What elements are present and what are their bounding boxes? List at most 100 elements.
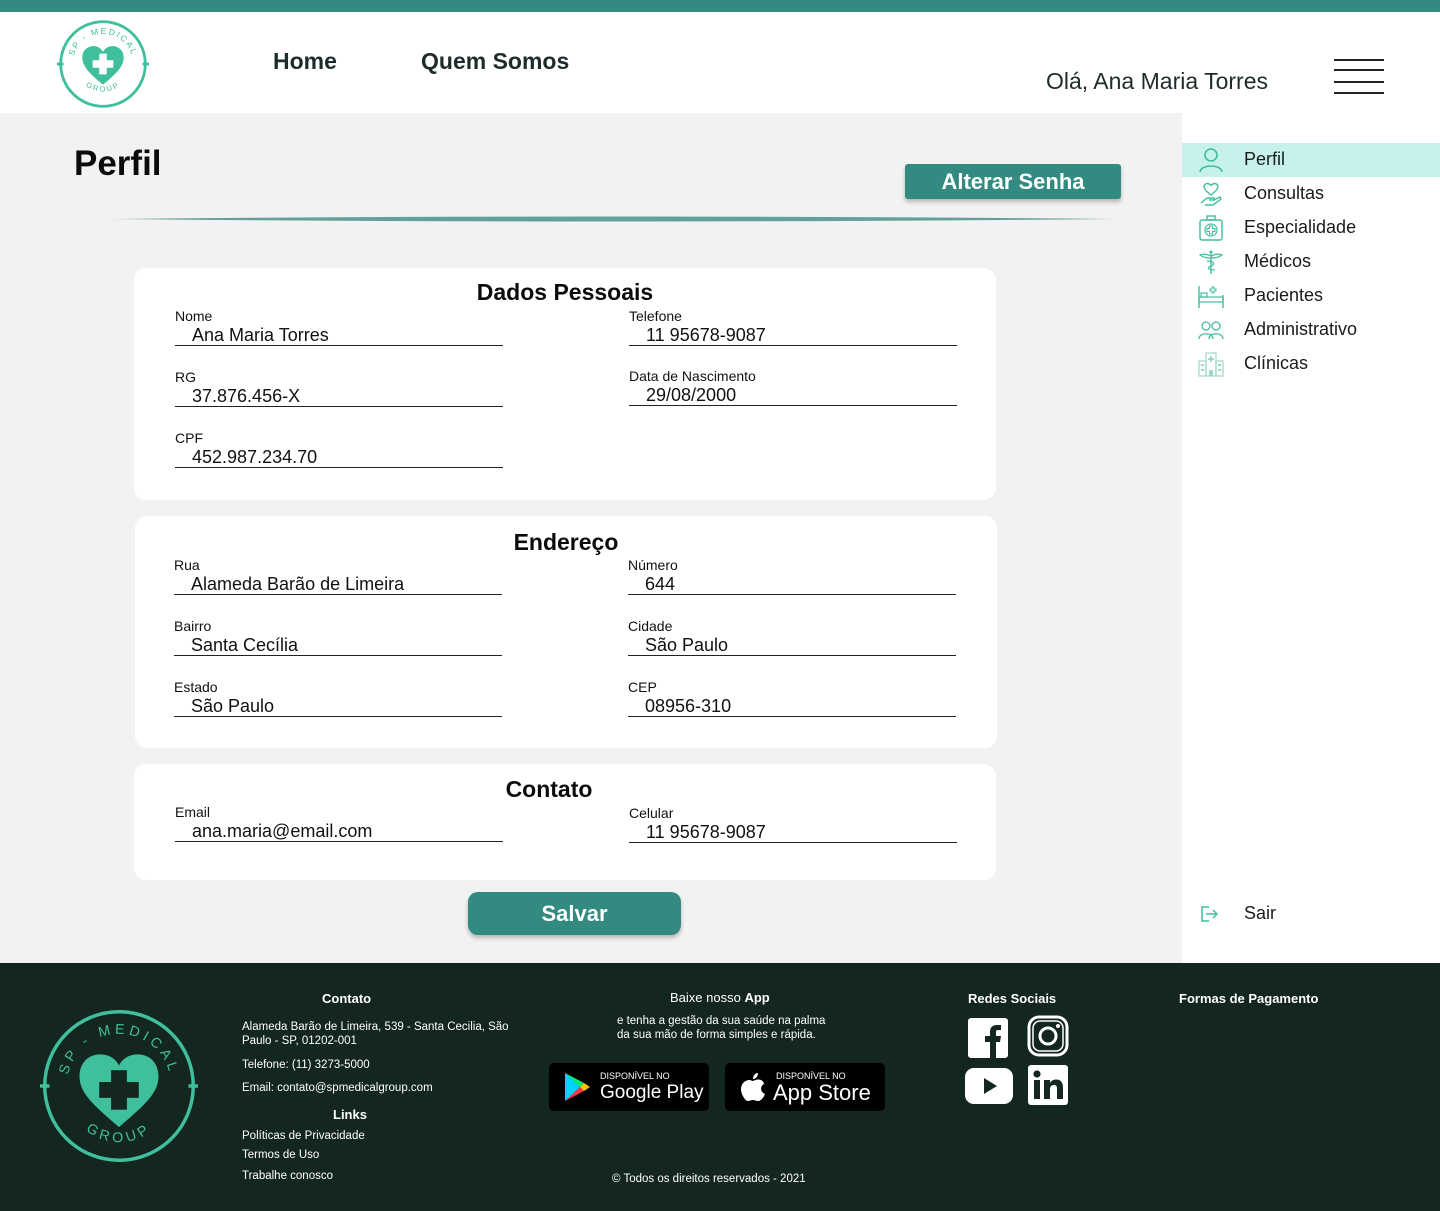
field-label: CEP [628, 679, 657, 695]
top-accent-bar [0, 0, 1440, 12]
email-field[interactable]: Email ana.maria@email.com [175, 804, 503, 842]
footer-app-desc-2: da sua mão de forma simples e rápida. [617, 1029, 816, 1041]
title-divider [110, 216, 1112, 222]
cidade-field[interactable]: Cidade São Paulo [628, 618, 956, 656]
footer-links-title: Links [333, 1107, 367, 1122]
card-title: Contato [505, 776, 593, 802]
field-label: RG [175, 369, 196, 385]
field-value[interactable]: 452.987.234.70 [175, 446, 503, 468]
nav-quem-somos[interactable]: Quem Somos [421, 48, 569, 75]
nav-home[interactable]: Home [273, 48, 337, 75]
field-value[interactable]: São Paulo [174, 695, 502, 717]
celular-field[interactable]: Celular 11 95678-9087 [629, 805, 957, 843]
footer-payment-title: Formas de Pagamento [1179, 991, 1319, 1006]
sidebar-item-pacientes[interactable]: Pacientes [1182, 279, 1440, 313]
change-password-button[interactable]: Alterar Senha [905, 164, 1121, 199]
field-value[interactable]: 29/08/2000 [629, 384, 957, 406]
google-play-icon [565, 1073, 590, 1101]
logout-icon [1201, 906, 1219, 922]
google-play-badge[interactable]: DISPONÍVEL NO Google Play [549, 1063, 709, 1111]
footer-app-title: Baixe nosso App [670, 990, 770, 1005]
field-value[interactable]: São Paulo [628, 634, 956, 656]
sidebar-item-perfil[interactable]: Perfil [1182, 143, 1440, 177]
user-greeting: Olá, Ana Maria Torres [1046, 68, 1269, 94]
field-label: Nome [175, 308, 213, 324]
footer-link-privacidade[interactable]: Políticas de Privacidade [242, 1130, 365, 1142]
footer: SP - MEDICAL GROUP Contato Alameda Barão… [0, 963, 1440, 1211]
field-label: Data de Nascimento [629, 368, 756, 384]
address-card: Endereço Rua Alameda Barão de Limeira Nú… [135, 516, 997, 748]
sp-medical-logo[interactable]: SP - MEDICAL GROUP [56, 17, 150, 111]
field-value[interactable]: 37.876.456-X [175, 385, 503, 407]
sidebar-label: Perfil [1244, 149, 1286, 169]
medical-kit-icon [1199, 215, 1223, 241]
bairro-field[interactable]: Bairro Santa Cecília [174, 618, 502, 656]
sidebar: Perfil Consultas Especialidade Médicos P… [1182, 113, 1440, 963]
hospital-building-icon [1198, 352, 1224, 377]
sidebar-label: Consultas [1244, 183, 1325, 203]
footer-phone: Telefone: (11) 3273-5000 [242, 1059, 370, 1071]
nascimento-field[interactable]: Data de Nascimento 29/08/2000 [629, 368, 957, 406]
user-icon [1199, 148, 1223, 173]
sidebar-item-medicos[interactable]: Médicos [1182, 245, 1440, 279]
sidebar-label: Pacientes [1244, 285, 1324, 305]
field-label: Cidade [628, 618, 673, 634]
numero-field[interactable]: Número 644 [628, 557, 956, 595]
footer-copyright: © Todos os direitos reservados - 2021 [612, 1173, 806, 1185]
footer-social-title: Redes Sociais [968, 991, 1057, 1006]
field-value[interactable]: 11 95678-9087 [629, 324, 957, 346]
sidebar-item-especialidade[interactable]: Especialidade [1182, 211, 1440, 245]
contact-card: Contato Email ana.maria@email.com Celula… [134, 764, 996, 880]
field-value[interactable]: Ana Maria Torres [175, 324, 503, 346]
instagram-icon[interactable] [1027, 1015, 1069, 1057]
sidebar-item-clinicas[interactable]: Clínicas [1182, 347, 1440, 381]
page-title: Perfil [74, 144, 162, 183]
save-button[interactable]: Salvar [468, 892, 681, 935]
personal-data-card: Dados Pessoais Nome Ana Maria Torres Tel… [134, 268, 996, 500]
sp-medical-logo: SP - MEDICAL GROUP [40, 1010, 198, 1162]
field-label: Telefone [629, 308, 682, 324]
header: SP - MEDICAL GROUP Home Quem Somos Olá, … [0, 12, 1440, 113]
field-label: Número [628, 557, 678, 573]
caduceus-icon [1198, 250, 1224, 274]
google-badge-small: DISPONÍVEL NO [600, 1071, 670, 1081]
field-value[interactable]: ana.maria@email.com [175, 820, 503, 842]
sidebar-item-sair[interactable]: Sair [1182, 897, 1440, 931]
footer-link-termos[interactable]: Termos de Uso [242, 1149, 319, 1161]
cep-field[interactable]: CEP 08956-310 [628, 679, 956, 717]
card-title: Endereço [513, 529, 619, 555]
rg-field[interactable]: RG 37.876.456-X [175, 369, 503, 407]
field-value[interactable]: 08956-310 [628, 695, 956, 717]
cpf-field[interactable]: CPF 452.987.234.70 [175, 430, 503, 468]
google-badge-big: Google Play [600, 1082, 704, 1103]
field-label: Celular [629, 805, 674, 821]
youtube-icon[interactable] [965, 1068, 1013, 1104]
facebook-icon[interactable] [968, 1018, 1008, 1058]
field-value[interactable]: 11 95678-9087 [629, 821, 957, 843]
linkedin-icon[interactable] [1028, 1065, 1068, 1105]
field-value[interactable]: Santa Cecília [174, 634, 502, 656]
sidebar-item-consultas[interactable]: Consultas [1182, 177, 1440, 211]
nome-field[interactable]: Nome Ana Maria Torres [175, 308, 503, 346]
field-label: Estado [174, 679, 218, 695]
sidebar-label: Administrativo [1244, 319, 1358, 339]
apple-badge-big: App Store [773, 1080, 871, 1105]
hamburger-menu-icon[interactable] [1334, 59, 1384, 95]
app-store-badge[interactable]: DISPONÍVEL NO App Store [725, 1063, 885, 1111]
field-label: Email [175, 804, 211, 820]
group-icon [1198, 321, 1224, 340]
field-label: Rua [174, 557, 200, 573]
rua-field[interactable]: Rua Alameda Barão de Limeira [174, 557, 502, 595]
heart-hand-icon [1200, 182, 1222, 206]
estado-field[interactable]: Estado São Paulo [174, 679, 502, 717]
field-label: Bairro [174, 618, 212, 634]
sidebar-label: Clínicas [1244, 353, 1309, 373]
field-value[interactable]: Alameda Barão de Limeira [174, 573, 502, 595]
sidebar-item-administrativo[interactable]: Administrativo [1182, 313, 1440, 347]
footer-link-trabalhe[interactable]: Trabalhe conosco [242, 1170, 333, 1182]
apple-icon [741, 1073, 765, 1101]
field-value[interactable]: 644 [628, 573, 956, 595]
footer-email: Email: contato@spmedicalgroup.com [242, 1082, 433, 1094]
field-label: CPF [175, 430, 203, 446]
telefone-field[interactable]: Telefone 11 95678-9087 [629, 308, 957, 346]
